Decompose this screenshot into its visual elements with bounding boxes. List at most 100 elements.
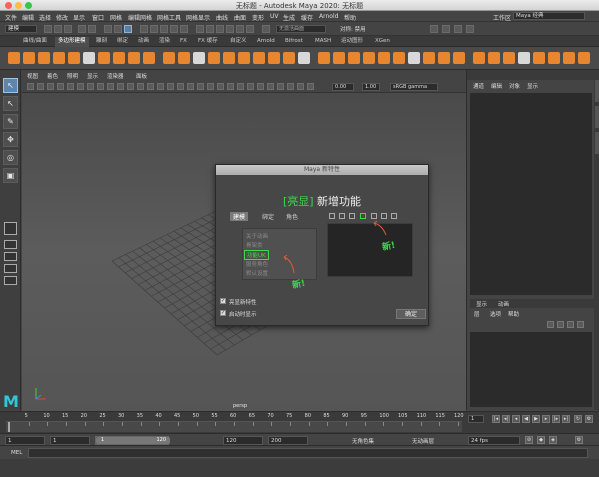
menu-mesh[interactable]: 网格 — [110, 13, 122, 22]
menu-deform[interactable]: 变形 — [252, 13, 264, 22]
play-forwards-button[interactable]: ▶ — [532, 415, 540, 423]
shelf-append-icon[interactable] — [283, 52, 295, 64]
history-icon[interactable] — [196, 25, 204, 33]
step-back-frame-button[interactable]: ◂ — [512, 415, 520, 423]
shelf-cylinder-icon[interactable] — [38, 52, 50, 64]
colorspace-field[interactable]: sRGB gamma — [390, 83, 438, 91]
shelf-tab-sculpting[interactable]: 雕刻 — [93, 37, 110, 47]
gate-mask-icon[interactable] — [127, 83, 134, 90]
character-set-select[interactable]: 无角色集 — [352, 437, 374, 445]
range-slider-handle[interactable]: 1 120 — [96, 437, 170, 444]
layer-list[interactable] — [470, 332, 592, 407]
magnet-icon[interactable] — [262, 25, 270, 33]
shelf-tab-bifrost[interactable]: Bifrost — [282, 37, 306, 47]
shelf-tab-poly-modeling[interactable]: 多边形建模 — [55, 37, 89, 47]
shelf-combine-icon[interactable] — [178, 52, 190, 64]
depth-of-field-icon[interactable] — [257, 83, 264, 90]
playback-start-field[interactable]: 1 — [50, 436, 90, 445]
smooth-shade-icon[interactable] — [177, 83, 184, 90]
near-clip-field[interactable]: 0.00 — [332, 83, 354, 91]
move-tool-button[interactable]: ✥ — [3, 132, 18, 147]
side-tab-modeling-toolkit[interactable] — [595, 80, 599, 102]
animation-start-field[interactable]: 1 — [5, 436, 45, 445]
shelf-freeze-icon[interactable] — [438, 52, 450, 64]
screen-space-ao-icon[interactable] — [227, 83, 234, 90]
preferences-icon[interactable]: ⚙ — [575, 436, 583, 444]
menu-curves[interactable]: 曲线 — [216, 13, 228, 22]
shelf-automatic-map-icon[interactable] — [503, 52, 515, 64]
new-empty-layer-icon[interactable] — [567, 321, 574, 328]
shelf-mirror-icon[interactable] — [238, 52, 250, 64]
channel-box-menu-show[interactable]: 显示 — [527, 82, 538, 90]
shelf-super-shape-icon[interactable] — [128, 52, 140, 64]
snap-live-icon[interactable] — [180, 25, 188, 33]
shelf-smooth-icon[interactable] — [208, 52, 220, 64]
channel-box-menu-edit[interactable]: 编辑 — [491, 82, 502, 90]
menu-file[interactable]: 文件 — [5, 13, 17, 22]
play-backwards-button[interactable]: ◀ — [522, 415, 530, 423]
shelf-extrude-icon[interactable] — [348, 52, 360, 64]
step-forward-key-button[interactable]: |▸ — [552, 415, 560, 423]
shelf-tab-mash[interactable]: MASH — [312, 37, 334, 47]
tool-settings-toggle-icon[interactable] — [454, 25, 462, 33]
viewport-menu-lighting[interactable]: 照明 — [67, 72, 78, 80]
undo-icon[interactable] — [78, 25, 86, 33]
four-pane-layout-button[interactable] — [4, 240, 17, 249]
live-surface-field[interactable]: 无激活曲面 — [276, 25, 326, 33]
new-layer-selected-icon[interactable] — [577, 321, 584, 328]
grid-icon[interactable] — [97, 83, 104, 90]
save-scene-icon[interactable] — [64, 25, 72, 33]
viewport-menu-shading[interactable]: 着色 — [47, 72, 58, 80]
paint-select-tool-button[interactable]: ✎ — [3, 114, 18, 129]
field-chart-icon[interactable] — [137, 83, 144, 90]
resolution-gate-icon[interactable] — [117, 83, 124, 90]
channel-box-area[interactable] — [470, 93, 592, 295]
select-tool-button[interactable]: ↖ — [3, 78, 18, 93]
menu-surfaces[interactable]: 曲面 — [234, 13, 246, 22]
viewport-menu-renderer[interactable]: 渲染器 — [107, 72, 124, 80]
channel-box-menu-channels[interactable]: 通道 — [473, 82, 484, 90]
fps-select[interactable]: 24 fps — [468, 436, 520, 445]
anim-layer-select[interactable]: 无动画层 — [412, 437, 434, 445]
lasso-tool-button[interactable]: ↖ — [3, 96, 18, 111]
safe-action-icon[interactable] — [147, 83, 154, 90]
use-all-lights-icon[interactable] — [207, 83, 214, 90]
workspace-select[interactable]: Maya 经典 — [513, 12, 585, 20]
auto-key-icon[interactable]: ⊘ — [525, 436, 533, 444]
menu-edit-mesh[interactable]: 编辑网格 — [128, 13, 152, 22]
menu-edit[interactable]: 编辑 — [22, 13, 34, 22]
shelf-target-weld-icon[interactable] — [363, 52, 375, 64]
attribute-editor-toggle-icon[interactable] — [442, 25, 450, 33]
shelf-platonic-icon[interactable] — [113, 52, 125, 64]
shelf-tab-arnold[interactable]: Arnold — [254, 37, 278, 47]
shelf-tab-animation[interactable]: 动画 — [135, 37, 152, 47]
layer-tab-display[interactable]: 显示 — [476, 300, 487, 308]
menu-display[interactable]: 显示 — [73, 13, 85, 22]
multisample-aa-icon[interactable] — [247, 83, 254, 90]
move-layer-up-icon[interactable] — [547, 321, 554, 328]
camera-attributes-icon[interactable] — [47, 83, 54, 90]
grease-pencil-icon[interactable] — [87, 83, 94, 90]
step-forward-frame-button[interactable]: ▸ — [542, 415, 550, 423]
shelf-boolean-icon[interactable] — [223, 52, 235, 64]
default-material-icon[interactable] — [187, 83, 194, 90]
shelf-tab-fx-caching[interactable]: FX 缓存 — [195, 37, 221, 47]
exposure-icon[interactable] — [307, 83, 314, 90]
outliner-layout-button[interactable] — [4, 264, 17, 273]
menu-mesh-tools[interactable]: 网格工具 — [157, 13, 181, 22]
script-language-label[interactable]: MEL — [11, 450, 22, 456]
snap-view-plane-icon[interactable] — [170, 25, 178, 33]
shelf-spherical-map-icon[interactable] — [533, 52, 545, 64]
viewport-menu-show[interactable]: 显示 — [87, 72, 98, 80]
select-camera-icon[interactable] — [27, 83, 34, 90]
mel-command-input[interactable] — [28, 448, 588, 458]
menu-help[interactable]: 帮助 — [344, 13, 356, 22]
shelf-torus-icon[interactable] — [68, 52, 80, 64]
range-slider-bar[interactable]: 1 120 — [95, 436, 170, 445]
channel-box-menu-object[interactable]: 对象 — [509, 82, 520, 90]
shelf-tab-curves[interactable]: 曲线/曲面 — [20, 37, 50, 47]
viewport-menu-view[interactable]: 视图 — [27, 72, 38, 80]
menu-mesh-display[interactable]: 网格显示 — [186, 13, 210, 22]
shelf-extract-icon[interactable] — [253, 52, 265, 64]
go-to-start-button[interactable]: |◂ — [492, 415, 500, 423]
